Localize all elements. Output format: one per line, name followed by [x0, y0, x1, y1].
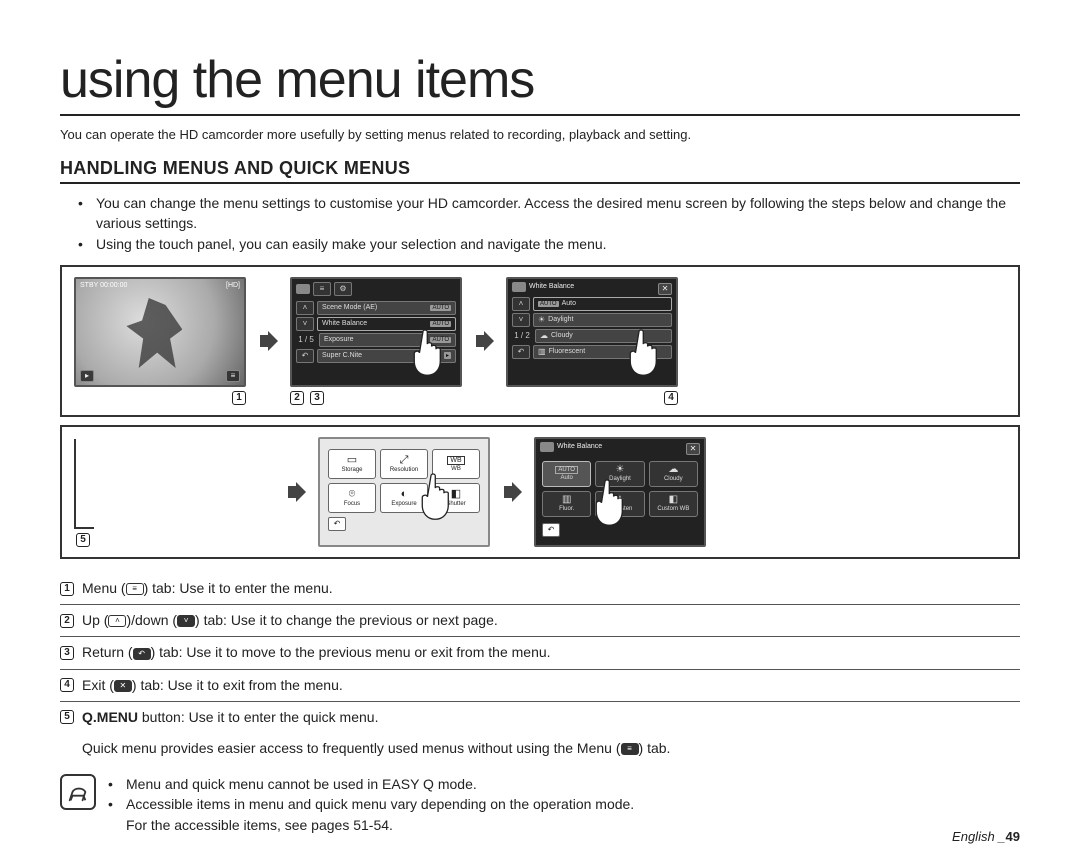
return-button[interactable]: ↶ [296, 349, 314, 363]
touch-finger-icon [414, 469, 460, 521]
qmenu-focus[interactable]: ⌾Focus [328, 483, 376, 513]
intro-bullets: You can change the menu settings to cust… [78, 194, 1020, 255]
down-icon: ˅ [177, 615, 195, 627]
touch-finger-icon [406, 325, 452, 377]
intro-text: You can operate the HD camcorder more us… [60, 126, 1020, 144]
bullet-item: Using the touch panel, you can easily ma… [78, 235, 1020, 255]
lcd-quick-menu: ▭Storage ⤢Resolution WBWB ⌾Focus ◐Exposu… [318, 437, 490, 547]
diagram-panel-1: STBY 00:00:00 [HD] ▸ ≡ 1 ≡ ⚙ ˄Scene Mode… [60, 265, 1020, 417]
legend-item-3: 3 Return (↶) tab: Use it to move to the … [60, 637, 1020, 669]
return-button[interactable]: ↶ [512, 345, 530, 359]
return-button[interactable]: ↶ [328, 517, 346, 531]
up-button[interactable]: ˄ [296, 301, 314, 315]
camcorder-icon [512, 282, 526, 292]
lcd-white-balance-list: White Balance ✕ ˄AUTOAuto ˅☀Daylight 1 /… [506, 277, 678, 387]
callout-line [74, 439, 94, 529]
up-icon: ˄ [108, 615, 126, 627]
callout-4: 4 [664, 391, 678, 405]
diagram-panel-2: 5 ▭Storage ⤢Resolution WBWB ⌾Focus ◐Expo… [60, 425, 1020, 559]
menu-item-selected[interactable]: AUTOAuto [533, 297, 672, 311]
wb-custom[interactable]: ◧Custom WB [649, 491, 698, 517]
status-stby: STBY 00:00:00 [80, 282, 127, 289]
lcd-wb-grid: White Balance ✕ AUTOAuto ☀Daylight ☁Clou… [534, 437, 706, 547]
camcorder-icon [296, 284, 310, 294]
qmenu-storage[interactable]: ▭Storage [328, 449, 376, 479]
legend-item-2: 2 Up (˄)/down (˅) tab: Use it to change … [60, 605, 1020, 637]
play-icon[interactable]: ▸ [80, 370, 94, 382]
arrow-right-icon [472, 329, 496, 353]
legend-item-extra: Quick menu provides easier access to fre… [60, 733, 1020, 764]
page-title: using the menu items [60, 50, 1020, 116]
callout-1: 1 [232, 391, 246, 405]
wb-cloudy[interactable]: ☁Cloudy [649, 461, 698, 487]
up-button[interactable]: ˄ [512, 297, 530, 311]
callout-3: 3 [310, 391, 324, 405]
lcd-screen-recording: STBY 00:00:00 [HD] ▸ ≡ [74, 277, 246, 387]
status-hd: [HD] [226, 282, 240, 289]
menu-tab-icon[interactable]: ≡ [313, 282, 331, 296]
page-footer: English _49 [952, 829, 1020, 844]
legend-item-5: 5 Q.MENU button: Use it to enter the qui… [60, 702, 1020, 733]
pager: 1 / 5 [296, 335, 316, 344]
callout-5: 5 [76, 533, 90, 547]
touch-finger-icon [588, 475, 634, 527]
menu-icon[interactable]: ≡ [226, 370, 240, 382]
submenu-title: White Balance [529, 283, 574, 290]
wb-auto[interactable]: AUTOAuto [542, 461, 591, 487]
menu-tab-icon: ≡ [126, 583, 144, 595]
legend-list: 1 Menu (≡) tab: Use it to enter the menu… [60, 573, 1020, 764]
note-item: Accessible items in menu and quick menu … [108, 794, 634, 835]
touch-finger-icon [622, 325, 668, 377]
arrow-right-icon [500, 480, 524, 504]
note-icon [60, 774, 96, 810]
exit-button[interactable]: ✕ [658, 283, 672, 295]
note-item: Menu and quick menu cannot be used in EA… [108, 774, 634, 794]
pager: 1 / 2 [512, 331, 532, 340]
arrow-right-icon [284, 480, 308, 504]
exit-icon: ✕ [114, 680, 132, 692]
submenu-title: White Balance [557, 443, 602, 450]
bullet-item: You can change the menu settings to cust… [78, 194, 1020, 233]
down-button[interactable]: ˅ [512, 313, 530, 327]
camcorder-icon [540, 442, 554, 452]
return-button[interactable]: ↶ [542, 523, 560, 537]
legend-item-1: 1 Menu (≡) tab: Use it to enter the menu… [60, 573, 1020, 605]
exit-button[interactable]: ✕ [686, 443, 700, 455]
callout-2: 2 [290, 391, 304, 405]
menu-tab-icon: ≡ [621, 743, 639, 755]
arrow-right-icon [256, 329, 280, 353]
down-button[interactable]: ˅ [296, 317, 314, 331]
return-icon: ↶ [133, 648, 151, 660]
lcd-menu-list: ≡ ⚙ ˄Scene Mode (AE)AUTO ˅White BalanceA… [290, 277, 462, 387]
menu-item[interactable]: Scene Mode (AE)AUTO [317, 301, 456, 315]
note-box: Menu and quick menu cannot be used in EA… [60, 774, 1020, 835]
section-heading: HANDLING MENUS AND QUICK MENUS [60, 158, 1020, 184]
settings-tab-icon[interactable]: ⚙ [334, 282, 352, 296]
wb-fluor[interactable]: ▥Fluor. [542, 491, 591, 517]
legend-item-4: 4 Exit (✕) tab: Use it to exit from the … [60, 670, 1020, 702]
